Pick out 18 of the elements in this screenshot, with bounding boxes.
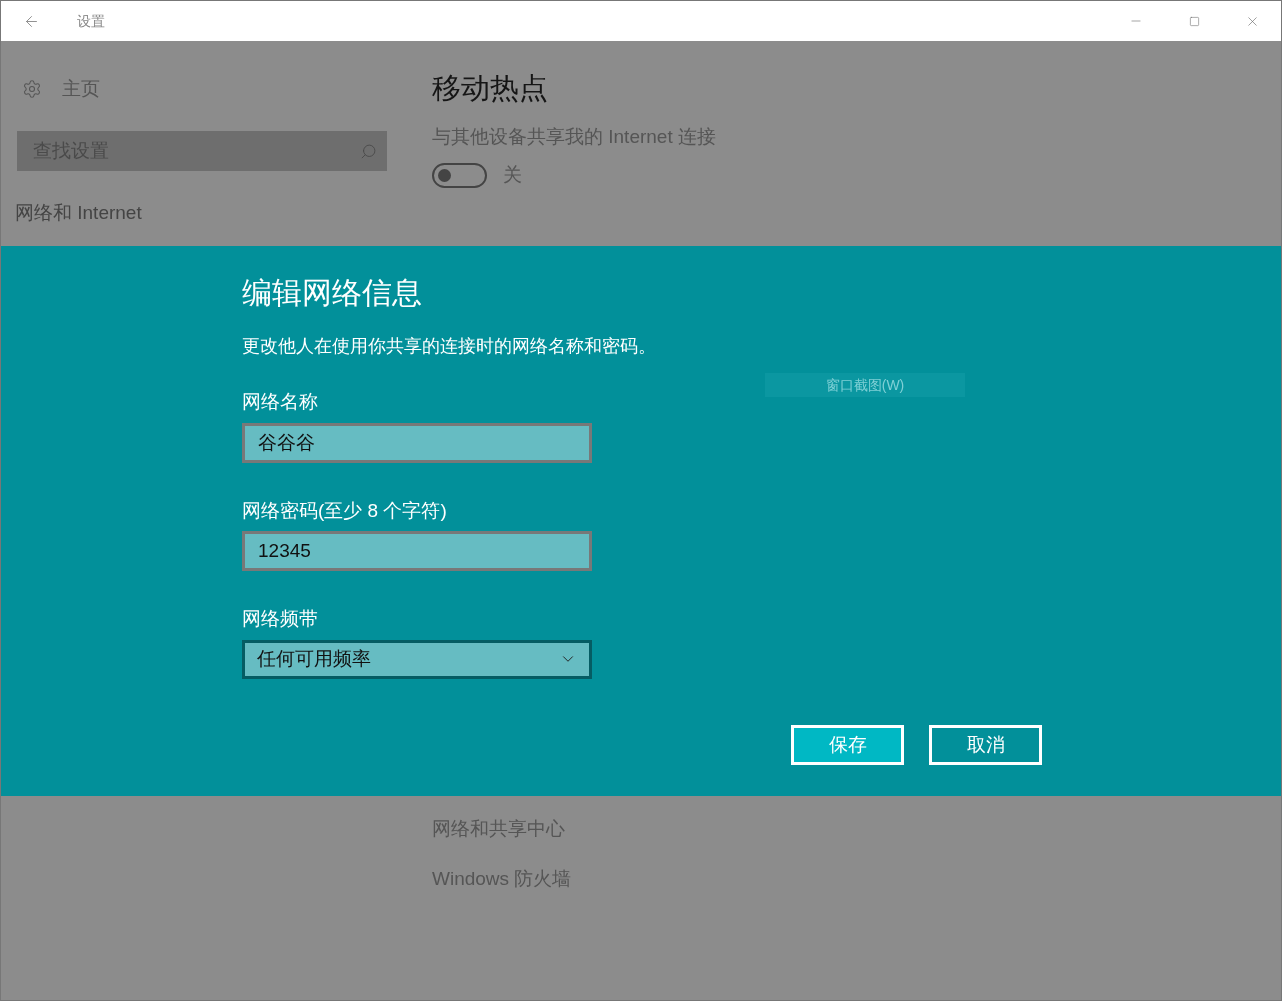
dialog-title: 编辑网络信息 — [242, 275, 422, 311]
section-heading: 网络和 Internet — [15, 200, 142, 225]
text-field[interactable]: 谷谷谷 — [242, 422, 592, 463]
field-label: 网络频带 — [242, 607, 318, 631]
tooltip: 窗口截图(W) — [765, 373, 965, 397]
text-field[interactable]: 12345 — [242, 531, 592, 571]
field-label: 网络名称 — [242, 390, 318, 414]
save-button[interactable]: 保存 — [791, 725, 904, 765]
dialog-description: 更改他人在使用你共享的连接时的网络名称和密码。 — [242, 335, 656, 358]
search-icon[interactable] — [360, 142, 377, 160]
field-label: 网络密码(至少 8 个字符) — [242, 498, 447, 523]
maximize-icon[interactable] — [1188, 15, 1200, 27]
page-title: 移动热点 — [432, 71, 548, 106]
settings-icon[interactable] — [22, 79, 42, 100]
window-title: 设置 — [77, 11, 105, 31]
hotspot-toggle[interactable] — [432, 162, 487, 188]
band-dropdown[interactable]: 任何可用频率 — [242, 639, 592, 679]
cancel-button[interactable]: 取消 — [929, 725, 1042, 765]
